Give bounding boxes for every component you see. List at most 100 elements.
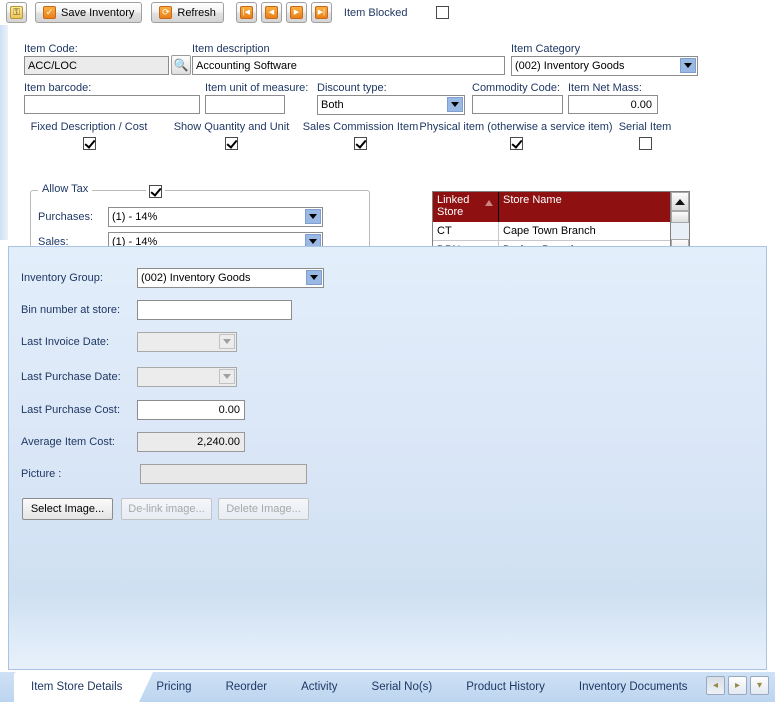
tab-reorder[interactable]: Reorder: [209, 672, 285, 702]
flag-label: Sales Commission Item: [302, 121, 419, 133]
delete-image-button: Delete Image...: [218, 498, 309, 520]
commodity-code-label: Commodity Code:: [472, 82, 561, 94]
flag-show-quantity-and-unit: Show Quantity and Unit: [163, 121, 300, 150]
item-code-input[interactable]: ACC/LOC: [24, 56, 169, 75]
item-category-value: (002) Inventory Goods: [511, 56, 698, 76]
item-category-combo[interactable]: (002) Inventory Goods: [511, 56, 698, 76]
table-row[interactable]: CT Cape Town Branch: [433, 222, 689, 241]
average-item-cost-input: 2,240.00: [137, 432, 245, 452]
chevron-down-icon[interactable]: [306, 270, 322, 285]
flag-label: Physical item (otherwise a service item): [419, 121, 613, 133]
last-purchase-date-label: Last Purchase Date:: [21, 371, 121, 383]
allow-tax-checkbox-wrap: [146, 185, 165, 198]
tab-strip: Item Store Details Pricing Reorder Activ…: [0, 672, 775, 702]
serial-item-checkbox[interactable]: [638, 137, 652, 150]
save-inventory-button[interactable]: ✓ Save Inventory: [35, 2, 143, 23]
nav-first-button[interactable]: |◀: [235, 2, 257, 23]
last-purchase-cost-input[interactable]: 0.00: [137, 400, 245, 420]
scrollbar-track[interactable]: [671, 223, 689, 239]
column-header-label: Linked Store: [437, 194, 470, 218]
item-barcode-input[interactable]: [24, 95, 200, 114]
column-header-linked-store[interactable]: Linked Store: [433, 192, 499, 222]
chevron-down-icon[interactable]: [219, 334, 235, 349]
item-uom-label: Item unit of measure:: [205, 82, 309, 94]
nav-last-button[interactable]: ▶|: [310, 2, 332, 23]
tab-item-store-details[interactable]: Item Store Details: [14, 672, 154, 702]
nav-next-button[interactable]: ▶: [285, 2, 307, 23]
flag-sales-commission-item: Sales Commission Item: [291, 121, 430, 150]
inventory-group-label: Inventory Group:: [21, 272, 103, 284]
last-purchase-date-picker[interactable]: [137, 367, 237, 387]
chevron-down-icon[interactable]: [680, 58, 696, 73]
cell-linked-store: CT: [433, 222, 499, 240]
chevron-right-icon[interactable]: ▸: [728, 676, 747, 695]
last-record-icon: ▶|: [314, 6, 328, 19]
inventory-group-combo[interactable]: (002) Inventory Goods: [137, 268, 324, 288]
physical-item-checkbox[interactable]: [509, 137, 523, 150]
item-net-mass-label: Item Net Mass:: [568, 82, 642, 94]
inventory-group-value: (002) Inventory Goods: [137, 268, 324, 288]
tax-purchases-combo[interactable]: (1) - 14%: [108, 207, 323, 227]
item-description-input[interactable]: Accounting Software: [192, 56, 505, 75]
flag-serial-item: Serial Item: [611, 121, 679, 150]
sales-commission-item-checkbox[interactable]: [354, 137, 367, 150]
linked-store-grid-header: Linked Store Store Name: [433, 192, 689, 222]
chevron-left-icon[interactable]: ◂: [706, 676, 725, 695]
select-image-button[interactable]: Select Image...: [22, 498, 113, 520]
tab-serial-nos[interactable]: Serial No(s): [355, 672, 450, 702]
picture-path-field[interactable]: [140, 464, 307, 484]
toolbar: ⚿ ✓ Save Inventory ⟳ Refresh |◀ ◀ ▶ ▶| I…: [0, 0, 775, 25]
item-blocked-group: Item Blocked: [344, 6, 449, 19]
flag-physical-item: Physical item (otherwise a service item): [415, 121, 617, 150]
discount-type-value: Both: [317, 95, 465, 115]
flag-label: Serial Item: [618, 121, 672, 133]
chevron-down-icon[interactable]: ▾: [750, 676, 769, 695]
tab-navigation: ◂ ▸ ▾: [706, 676, 769, 695]
column-header-store-name[interactable]: Store Name: [499, 192, 689, 222]
refresh-button[interactable]: ⟳ Refresh: [151, 2, 224, 23]
next-record-icon: ▶: [289, 6, 303, 19]
average-item-cost-label: Average Item Cost:: [21, 436, 115, 448]
tab-inventory-documents[interactable]: Inventory Documents: [562, 672, 705, 702]
check-icon: ✓: [43, 6, 56, 19]
item-blocked-label: Item Blocked: [343, 6, 408, 19]
item-net-mass-input[interactable]: 0.00: [568, 95, 658, 114]
bin-number-label: Bin number at store:: [21, 304, 121, 316]
last-invoice-date-picker[interactable]: [137, 332, 237, 352]
picture-label: Picture :: [21, 468, 62, 480]
first-record-icon: |◀: [239, 6, 253, 19]
chevron-down-icon[interactable]: [219, 369, 235, 384]
form-key-button[interactable]: ⚿: [6, 2, 27, 23]
item-store-details-panel: Inventory Group: (002) Inventory Goods B…: [8, 246, 767, 670]
refresh-label: Refresh: [177, 6, 216, 19]
scroll-up-icon[interactable]: [671, 192, 689, 211]
scrollbar-thumb[interactable]: [671, 211, 689, 223]
inventory-item-window: ⚿ ✓ Save Inventory ⟳ Refresh |◀ ◀ ▶ ▶| I…: [0, 0, 775, 702]
show-quantity-and-unit-checkbox[interactable]: [225, 137, 238, 150]
chevron-down-icon[interactable]: [305, 209, 321, 224]
tab-pricing[interactable]: Pricing: [139, 672, 208, 702]
item-code-lookup-button[interactable]: 🔍: [171, 55, 191, 75]
item-uom-input[interactable]: [205, 95, 285, 114]
column-header-label: Store Name: [503, 194, 562, 206]
tab-list: Item Store Details Pricing Reorder Activ…: [14, 672, 705, 702]
discount-type-label: Discount type:: [317, 82, 387, 94]
discount-type-combo[interactable]: Both: [317, 95, 465, 115]
item-blocked-checkbox[interactable]: [435, 6, 449, 19]
fixed-description-cost-checkbox[interactable]: [82, 137, 96, 150]
cell-store-name: Cape Town Branch: [503, 225, 596, 237]
form-key-icon: ⚿: [10, 6, 23, 19]
chevron-down-icon[interactable]: [447, 97, 463, 112]
tax-purchases-value: (1) - 14%: [108, 207, 323, 227]
allow-tax-checkbox[interactable]: [149, 185, 162, 198]
nav-prev-button[interactable]: ◀: [260, 2, 282, 23]
commodity-code-input[interactable]: [472, 95, 563, 114]
allow-tax-label: Allow Tax: [38, 183, 93, 195]
tab-activity[interactable]: Activity: [284, 672, 354, 702]
magnifier-icon: 🔍: [173, 58, 189, 72]
last-purchase-cost-label: Last Purchase Cost:: [21, 404, 121, 416]
bin-number-input[interactable]: [137, 300, 292, 320]
item-description-label: Item description: [192, 43, 270, 55]
tab-product-history[interactable]: Product History: [449, 672, 562, 702]
item-header-form: Item Code: ACC/LOC 🔍 Item description Ac…: [8, 25, 775, 260]
